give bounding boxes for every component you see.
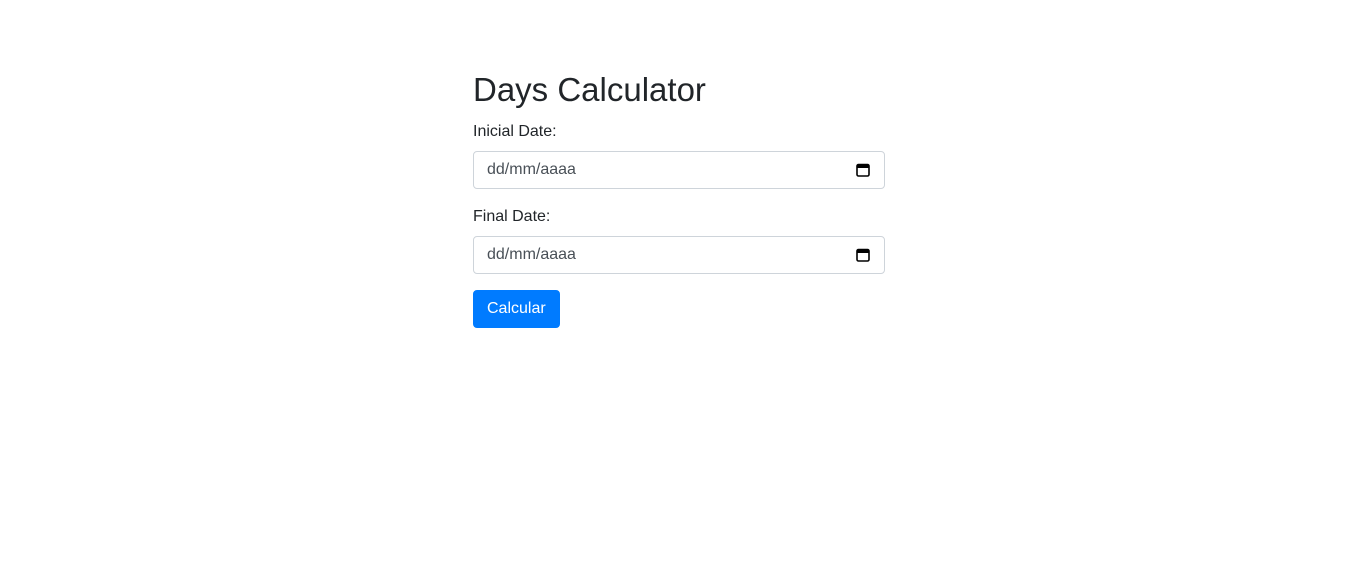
final-date-input[interactable]: dd/mm/aaaa — [473, 236, 885, 274]
final-date-placeholder: dd/mm/aaaa — [487, 246, 576, 263]
calculate-button[interactable]: Calcular — [473, 290, 560, 328]
initial-date-input[interactable]: dd/mm/aaaa — [473, 151, 885, 189]
initial-date-label: Inicial Date: — [473, 123, 557, 140]
page: Days Calculator Inicial Date: dd/mm/aaaa… — [0, 0, 1362, 585]
initial-date-placeholder: dd/mm/aaaa — [487, 161, 576, 178]
page-title: Days Calculator — [473, 71, 706, 108]
calendar-icon[interactable] — [856, 163, 870, 177]
calendar-icon[interactable] — [856, 248, 870, 262]
calculator-form: Days Calculator Inicial Date: dd/mm/aaaa… — [473, 70, 885, 328]
final-date-label: Final Date: — [473, 208, 551, 225]
